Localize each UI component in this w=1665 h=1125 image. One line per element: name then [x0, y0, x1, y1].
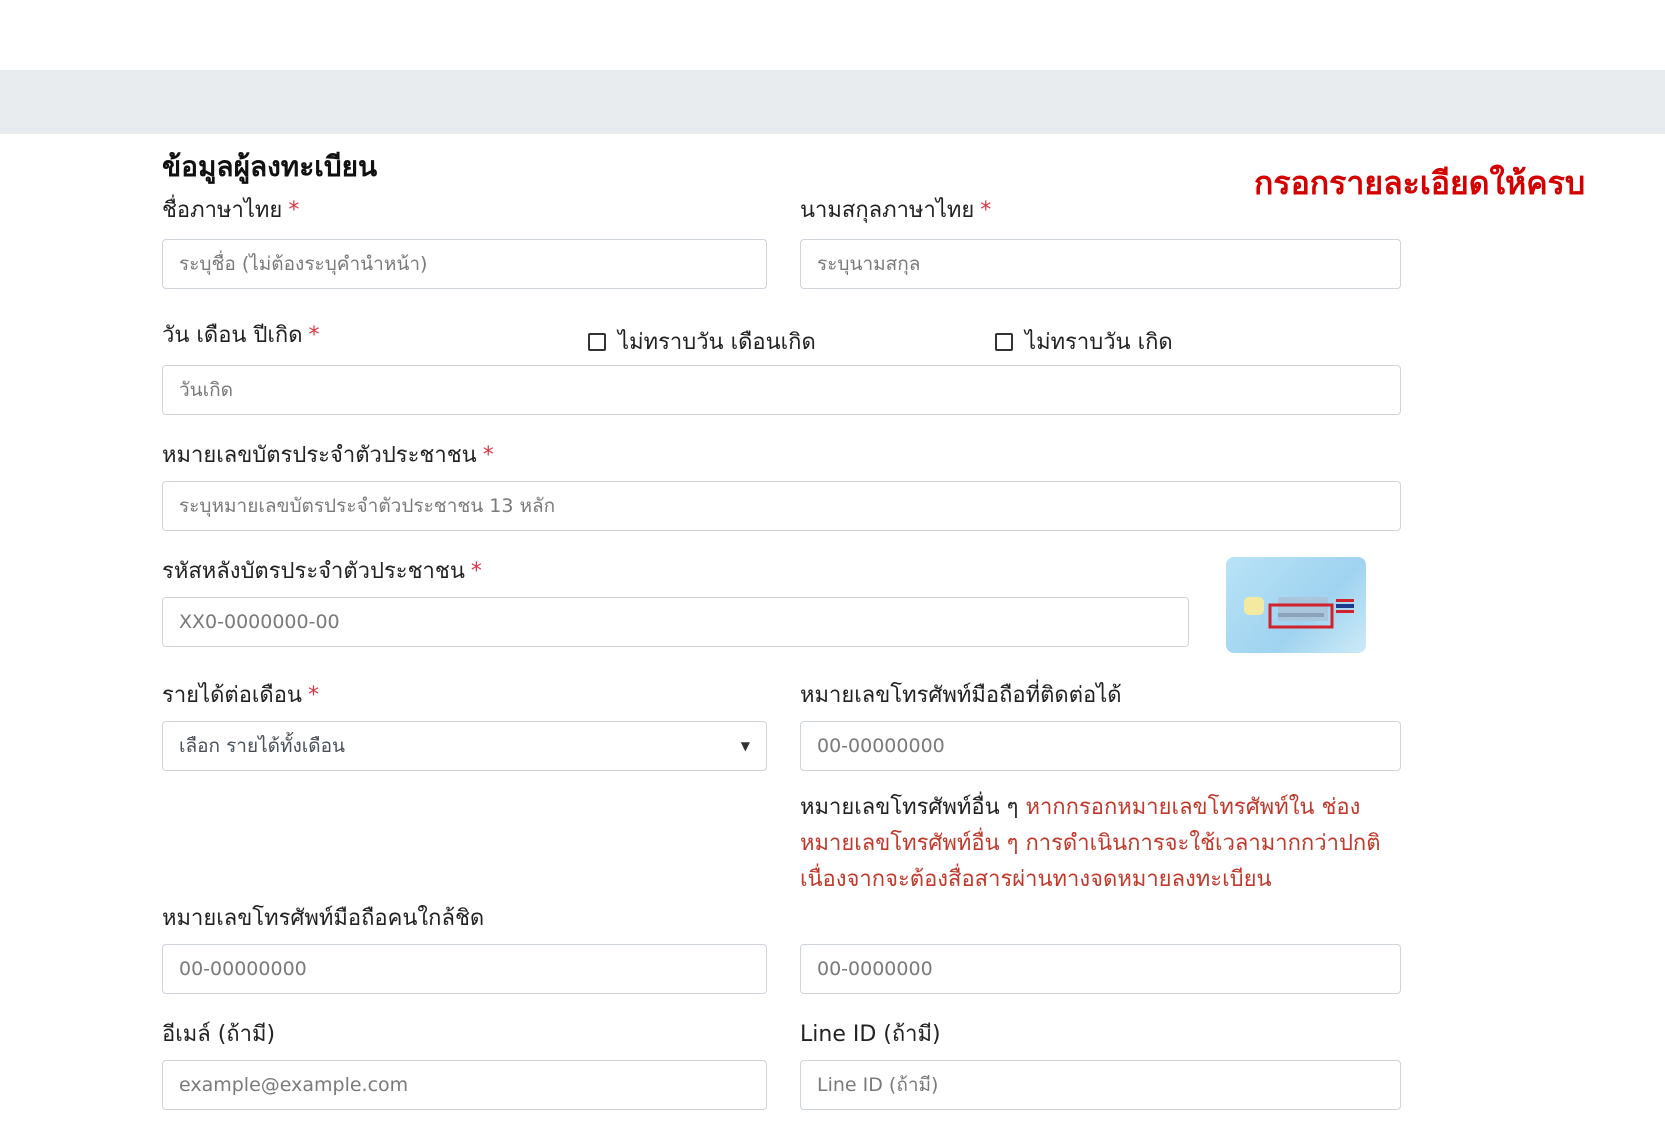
last-name-label: นามสกุลภาษาไทย *	[800, 192, 991, 227]
id-card-label: หมายเลขบัตรประจำตัวประชาชน *	[162, 437, 494, 472]
first-name-label-text: ชื่อภาษาไทย	[162, 198, 283, 223]
dropdown-caret-icon: ▼	[740, 739, 750, 753]
top-banner	[0, 70, 1665, 134]
last-name-label-text: นามสกุลภาษาไทย	[800, 198, 975, 223]
required-mark: *	[980, 198, 992, 223]
id-card-back-icon	[1244, 597, 1354, 629]
mobile-input[interactable]	[800, 721, 1401, 771]
laser-code-input[interactable]	[162, 597, 1189, 647]
id-card-back-image	[1226, 557, 1366, 653]
last-name-input[interactable]	[800, 239, 1401, 289]
email-label: อีเมล์ (ถ้ามี)	[162, 1022, 276, 1047]
income-select[interactable]: เลือก รายได้ทั้งเดือน ▼	[162, 721, 767, 771]
birthdate-label-text: วัน เดือน ปีเกิด	[162, 323, 303, 348]
income-selected-value: เลือก รายได้ทั้งเดือน	[179, 735, 346, 757]
income-label: รายได้ต่อเดือน *	[162, 677, 319, 712]
first-name-input[interactable]	[162, 239, 767, 289]
other-phone-label: หมายเลขโทรศัพท์อื่น ๆ หากกรอกหมายเลขโทรศ…	[800, 790, 1390, 898]
laser-code-label-text: รหัสหลังบัตรประจำตัวประชาชน	[162, 559, 465, 584]
section-title: ข้อมูลผู้ลงทะเบียน	[162, 150, 378, 183]
unknown-day-label: ไม่ทราบวัน เกิด	[1025, 330, 1173, 355]
required-mark: *	[307, 683, 319, 708]
unknown-day-month-checkbox[interactable]: ไม่ทราบวัน เดือนเกิด	[588, 324, 816, 359]
unknown-day-checkbox[interactable]: ไม่ทราบวัน เกิด	[995, 324, 1173, 359]
unknown-day-month-label: ไม่ทราบวัน เดือนเกิด	[618, 330, 816, 355]
birthdate-input[interactable]	[162, 365, 1401, 415]
close-contact-label: หมายเลขโทรศัพท์มือถือคนใกล้ชิด	[162, 906, 485, 931]
line-id-label: Line ID (ถ้ามี)	[800, 1022, 941, 1047]
checkbox-box[interactable]	[995, 332, 1013, 351]
required-mark: *	[470, 559, 482, 584]
required-mark: *	[288, 198, 300, 223]
line-id-input[interactable]	[800, 1060, 1401, 1110]
income-label-text: รายได้ต่อเดือน	[162, 683, 302, 708]
id-card-label-text: หมายเลขบัตรประจำตัวประชาชน	[162, 443, 477, 468]
first-name-label: ชื่อภาษาไทย *	[162, 192, 299, 227]
required-mark: *	[482, 443, 494, 468]
email-input[interactable]	[162, 1060, 767, 1110]
laser-code-label: รหัสหลังบัตรประจำตัวประชาชน *	[162, 553, 482, 588]
required-mark: *	[308, 323, 320, 348]
close-contact-input[interactable]	[162, 944, 767, 994]
checkbox-box[interactable]	[588, 332, 606, 351]
birthdate-label: วัน เดือน ปีเกิด *	[162, 317, 320, 352]
other-phone-label-text: หมายเลขโทรศัพท์อื่น ๆ	[800, 795, 1019, 820]
other-phone-input[interactable]	[800, 944, 1401, 994]
notice-text: กรอกรายละเอียดให้ครบ	[1254, 164, 1586, 202]
id-card-input[interactable]	[162, 481, 1401, 531]
mobile-label: หมายเลขโทรศัพท์มือถือที่ติดต่อได้	[800, 683, 1122, 708]
